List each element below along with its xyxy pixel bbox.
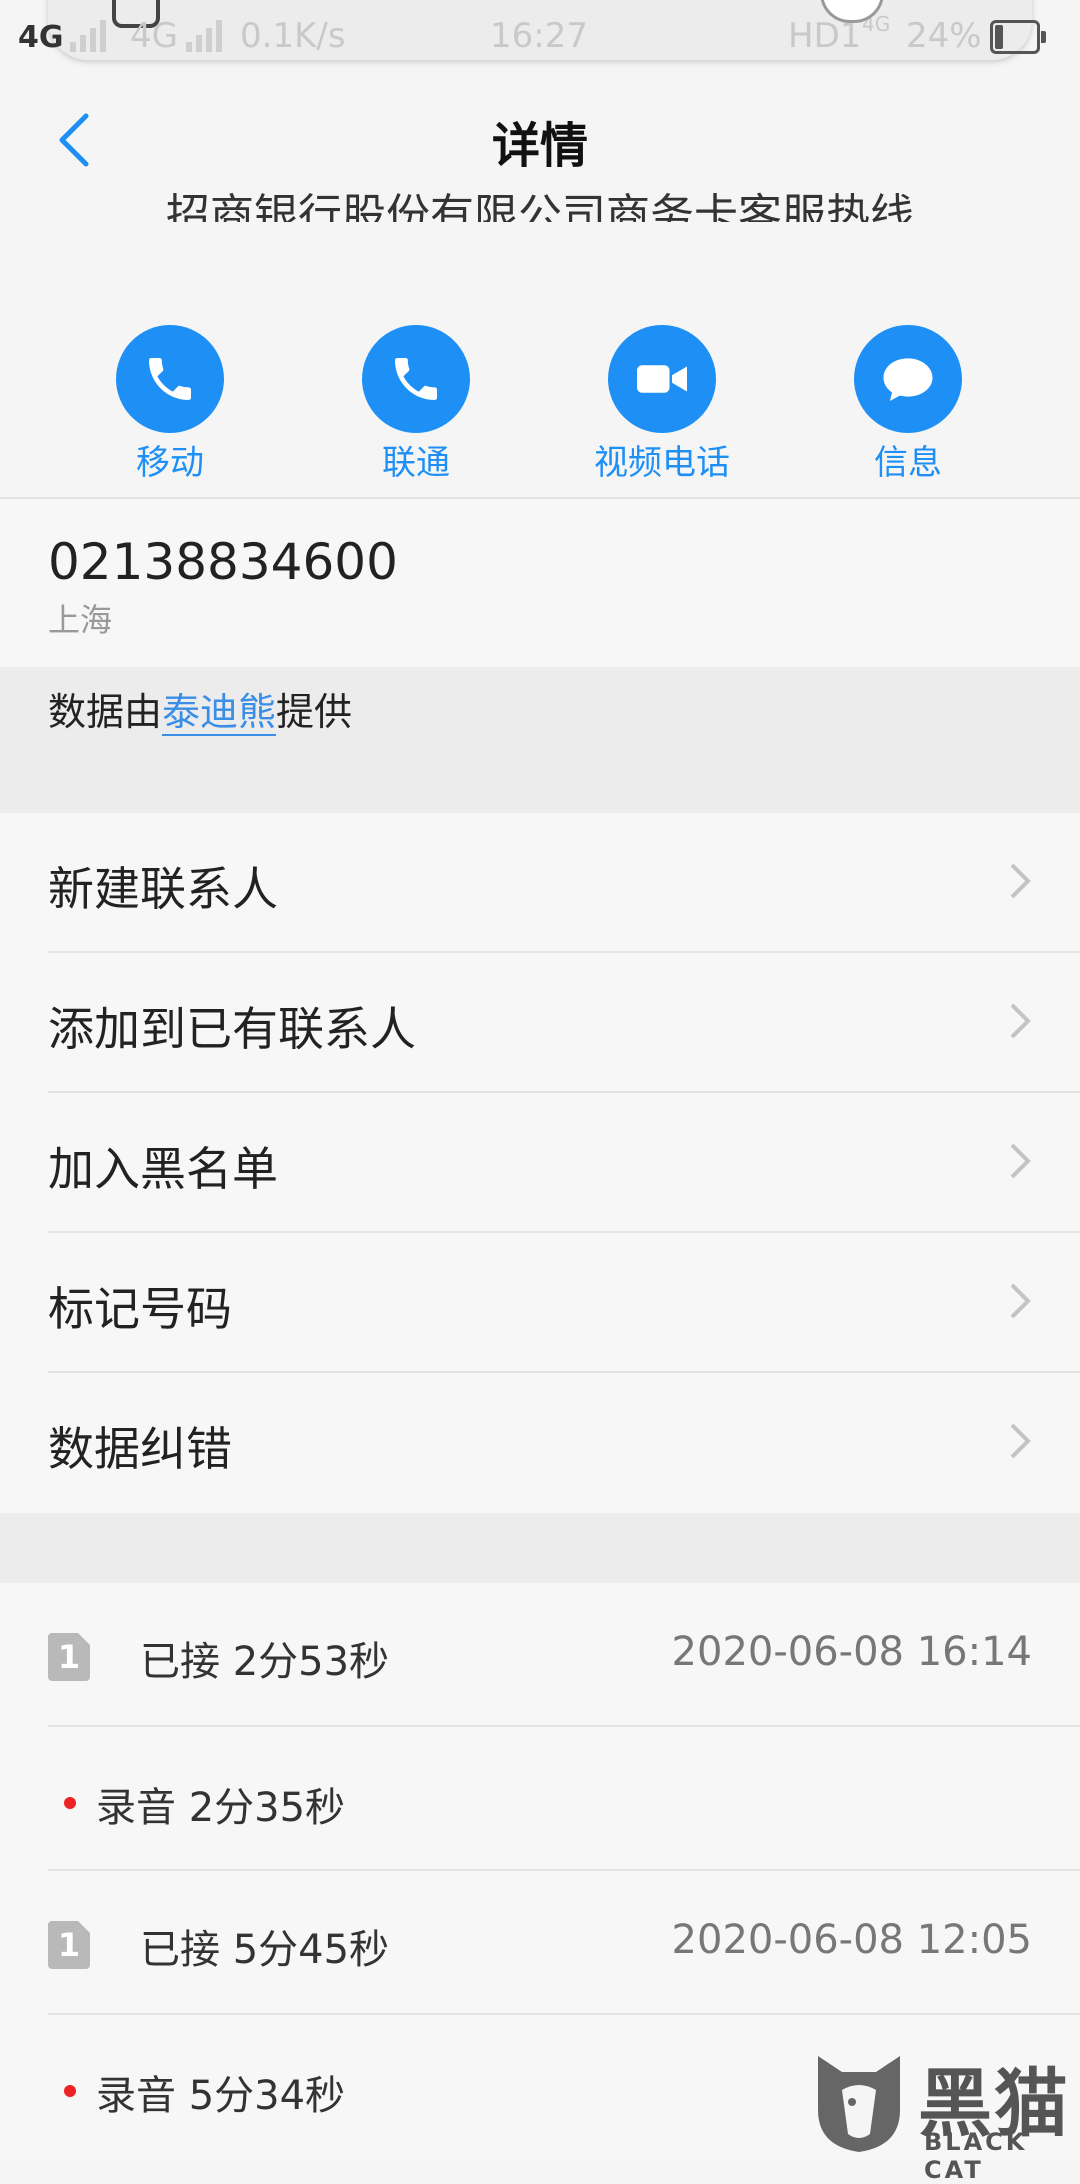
- sim-card-icon: 1: [48, 1633, 90, 1681]
- recording-length: 录音 2分35秒: [96, 1785, 346, 1831]
- provider-suffix: 提供: [276, 690, 353, 734]
- data-provider-note: 数据由泰迪熊提供: [0, 667, 1080, 813]
- recording-row[interactable]: 录音 2分35秒: [0, 1727, 1080, 1871]
- action-label: 视频电话: [594, 443, 730, 483]
- call-status: 已接 5分45秒: [140, 1927, 390, 1973]
- message-bubble-icon: [854, 325, 962, 433]
- call-timestamp: 2020-06-08 16:14: [671, 1629, 1032, 1675]
- call-timestamp: 2020-06-08 12:05: [671, 1917, 1032, 1963]
- phone-number[interactable]: 02138834600: [48, 533, 398, 591]
- clock: 16:27: [490, 16, 588, 56]
- provider-link[interactable]: 泰迪熊: [162, 690, 277, 736]
- menu-item-label: 数据纠错: [48, 1422, 232, 1476]
- options-menu: 新建联系人 添加到已有联系人 加入黑名单 标记号码 数据纠错: [0, 813, 1080, 1513]
- black-cat-watermark: 黑猫 BLACK CAT: [806, 2040, 1080, 2184]
- message-button[interactable]: 信息: [798, 325, 1018, 484]
- action-label: 联通: [382, 443, 450, 483]
- chevron-right-icon: [1004, 861, 1034, 901]
- menu-item-label: 标记号码: [48, 1282, 232, 1336]
- status-bar: 4G 4G 0.1K/s 16:27 HD1 4G 24%: [0, 0, 1080, 70]
- mark-number-item[interactable]: 标记号码: [0, 1233, 1080, 1373]
- signal-icon: [70, 20, 110, 52]
- menu-item-label: 新建联系人: [48, 862, 278, 916]
- recording-length: 录音 5分34秒: [96, 2073, 346, 2119]
- signal-icon: [186, 20, 226, 52]
- network-type: 4G: [18, 20, 64, 55]
- phone-icon: [116, 325, 224, 433]
- recording-dot-icon: [64, 2085, 76, 2097]
- battery-icon: [990, 20, 1046, 54]
- call-log-row[interactable]: 1 已接 5分45秒 2020-06-08 12:05: [0, 1871, 1080, 2015]
- quick-actions: 移动 联通 视频电话 信息: [0, 325, 1080, 485]
- company-name: 招商银行股份有限公司商务卡客服热线: [166, 190, 914, 222]
- recording-dot-icon: [64, 1797, 76, 1809]
- action-label: 信息: [874, 443, 942, 483]
- chevron-right-icon: [1004, 1421, 1034, 1461]
- section-gap: [0, 1513, 1080, 1583]
- provider-text: 数据由泰迪熊提供: [48, 681, 352, 736]
- sim-card-icon: 1: [48, 1921, 90, 1969]
- call-mobile-button[interactable]: 移动: [60, 325, 280, 484]
- network-type-dim: 4G: [130, 16, 178, 56]
- black-cat-logo-icon: [812, 2050, 906, 2154]
- data-correction-item[interactable]: 数据纠错: [0, 1373, 1080, 1513]
- video-call-button[interactable]: 视频电话: [552, 325, 772, 484]
- add-to-existing-contact-item[interactable]: 添加到已有联系人: [0, 953, 1080, 1093]
- call-unicom-button[interactable]: 联通: [306, 325, 526, 484]
- action-label: 移动: [136, 443, 204, 483]
- chevron-right-icon: [1004, 1001, 1034, 1041]
- phone-icon: [362, 325, 470, 433]
- menu-item-label: 加入黑名单: [48, 1142, 278, 1196]
- chevron-right-icon: [1004, 1281, 1034, 1321]
- call-log-row[interactable]: 1 已接 2分53秒 2020-06-08 16:14: [0, 1583, 1080, 1727]
- chevron-right-icon: [1004, 1141, 1034, 1181]
- watermark-subtitle: BLACK CAT: [924, 2128, 1028, 2184]
- page-title: 详情: [491, 118, 588, 174]
- call-status: 已接 2分53秒: [140, 1639, 390, 1685]
- video-camera-icon: [608, 325, 716, 433]
- number-info: 02138834600 上海: [0, 499, 1080, 667]
- new-contact-item[interactable]: 新建联系人: [0, 813, 1080, 953]
- battery-percent: 24%: [906, 16, 982, 56]
- add-to-blacklist-item[interactable]: 加入黑名单: [0, 1093, 1080, 1233]
- provider-prefix: 数据由: [48, 690, 163, 734]
- number-location: 上海: [48, 601, 113, 639]
- network-speed: 0.1K/s: [240, 16, 346, 56]
- menu-item-label: 添加到已有联系人: [48, 1002, 416, 1056]
